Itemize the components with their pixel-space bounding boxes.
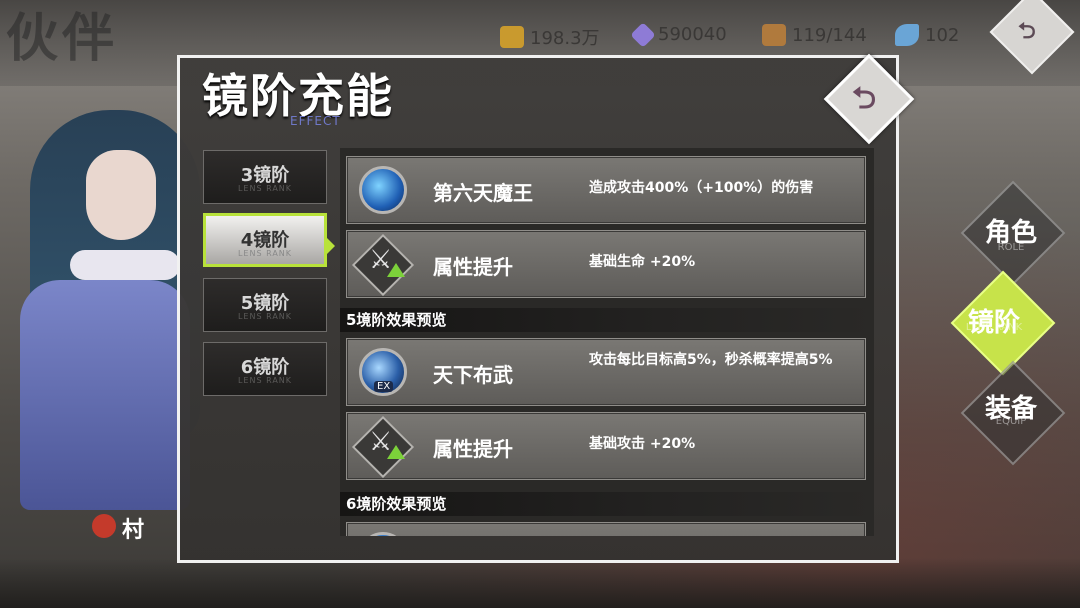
tab-sub: LENS RANK	[237, 249, 293, 258]
close-button[interactable]: ⮌	[823, 53, 915, 145]
tab-rank-4[interactable]: 4镜阶 LENS RANK	[203, 213, 327, 267]
lens-rank-modal: 镜阶充能 EFFECT 3镜阶 LENS RANK 4镜阶 LENS RANK …	[177, 55, 899, 563]
active-tab-arrow	[327, 238, 335, 254]
list-item: EX 天下布武 攻击每比目标高5%，秒杀概率提高5%	[346, 338, 866, 406]
resource-chest: 119/144	[762, 24, 867, 46]
character-fur	[70, 250, 180, 280]
resource-crystal: 590040	[630, 21, 727, 48]
resource-value: 590040	[658, 24, 727, 45]
tab-rank-3[interactable]: 3镜阶 LENS RANK	[203, 150, 327, 204]
effect-desc: 基础生命 +20%	[589, 254, 696, 270]
resource-value: 198.3万	[530, 28, 600, 49]
resource-value: 119/144	[792, 24, 867, 46]
nav-lens-rank-label: 镜阶	[967, 308, 1020, 338]
nav-role-sub: ROLE	[997, 242, 1025, 253]
resource-coin: 198.3万	[500, 24, 600, 50]
effect-name: 天下布武	[433, 363, 513, 387]
screen-title: 伙伴	[6, 9, 119, 69]
tab-sub: LENS RANK	[237, 312, 293, 321]
effect-desc: 基础攻击 +20%	[589, 436, 696, 452]
return-icon: ⮌	[1018, 19, 1036, 44]
tab-sub: LENS RANK	[237, 184, 293, 193]
resource-value: 102	[925, 24, 960, 46]
effect-desc: 攻击每比目标高5%，秒杀概率提高5%	[589, 352, 833, 368]
effect-name: 属性提升	[433, 437, 513, 461]
list-item	[346, 522, 866, 536]
list-item: ⚔ 属性提升 基础生命 +20%	[346, 230, 866, 298]
up-arrow-icon	[387, 263, 405, 277]
effect-desc: 造成攻击400%（+100%）的伤害	[589, 180, 814, 196]
return-icon: ⮌	[852, 81, 877, 116]
tab-rank-5[interactable]: 5镜阶 LENS RANK	[203, 278, 327, 332]
section-heading: 6境阶效果预览	[340, 492, 874, 516]
effect-name: 属性提升	[433, 255, 513, 279]
section-heading: 5境阶效果预览	[340, 308, 874, 332]
nav-equip-sub: EQUIP	[995, 416, 1027, 427]
bottom-shade	[0, 558, 1080, 608]
coin-icon	[500, 26, 524, 48]
effect-list[interactable]: 第六天魔王 造成攻击400%（+100%）的伤害 ⚔ 属性提升 基础生命 +20…	[340, 148, 874, 536]
fish-icon	[895, 24, 919, 46]
list-item: ⚔ 属性提升 基础攻击 +20%	[346, 412, 866, 480]
character-name: 村	[122, 518, 145, 543]
skill-icon	[359, 532, 407, 536]
ex-badge: EX	[374, 381, 394, 392]
chest-icon	[762, 24, 786, 46]
tab-sub: LENS RANK	[237, 376, 293, 385]
tab-rank-6[interactable]: 6镜阶 LENS RANK	[203, 342, 327, 396]
crystal-icon	[630, 21, 656, 48]
resource-fish: 102	[895, 24, 959, 46]
character-face	[86, 150, 156, 240]
nav-lens-rank-sub: LENS RANK	[965, 322, 1023, 333]
faction-icon	[92, 514, 116, 538]
modal-subtitle: EFFECT	[290, 114, 341, 128]
up-arrow-icon	[387, 445, 405, 459]
effect-name: 第六天魔王	[433, 181, 533, 205]
list-item: 第六天魔王 造成攻击400%（+100%）的伤害	[346, 156, 866, 224]
skill-icon	[359, 166, 407, 214]
character-dress	[20, 280, 190, 510]
